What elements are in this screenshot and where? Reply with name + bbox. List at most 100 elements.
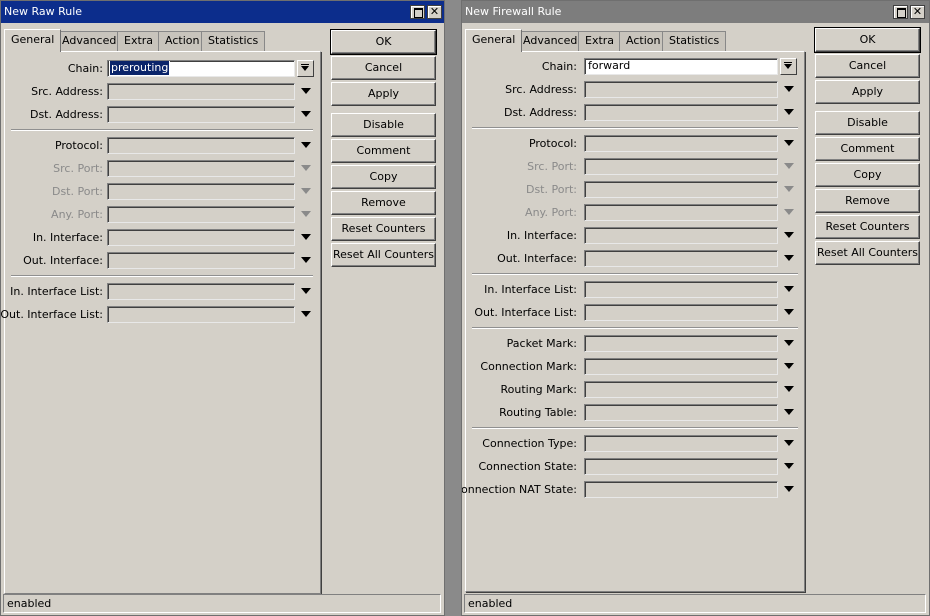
dropdown-arrow-icon[interactable] — [784, 255, 794, 261]
chain-input[interactable]: prerouting — [107, 60, 295, 77]
dropdown-arrow-icon[interactable] — [301, 311, 311, 317]
dst-port-input — [584, 181, 778, 198]
dropdown-arrow-icon[interactable] — [301, 88, 311, 94]
dropdown-arrow-icon[interactable] — [301, 142, 311, 148]
protocol-input[interactable] — [107, 137, 295, 154]
src-port-row: Src. Port: — [466, 158, 804, 175]
connection-mark-input[interactable] — [584, 358, 778, 375]
dropdown-arrow-icon[interactable] — [784, 409, 794, 415]
tab-action[interactable]: Action — [158, 31, 207, 51]
dst-address-row: Dst. Address: — [5, 106, 320, 123]
dropdown-arrow-icon[interactable] — [301, 257, 311, 263]
dropdown-arrow-icon[interactable] — [297, 60, 314, 77]
firewall-rule-titlebar[interactable]: New Firewall Rule ✕ — [462, 1, 929, 23]
ok-button[interactable]: OK — [330, 29, 437, 55]
protocol-input[interactable] — [584, 135, 778, 152]
in-interface-row: In. Interface: — [466, 227, 804, 244]
chain-label: Chain: — [541, 60, 577, 73]
comment-button[interactable]: Comment — [815, 137, 920, 161]
reset-all-counters-button[interactable]: Reset All Counters — [331, 243, 436, 267]
remove-button[interactable]: Remove — [815, 189, 920, 213]
connection-type-input[interactable] — [584, 435, 778, 452]
maximize-icon[interactable] — [410, 5, 425, 19]
src-port-input — [107, 160, 295, 177]
dropdown-arrow-icon[interactable] — [784, 286, 794, 292]
dropdown-arrow-icon[interactable] — [784, 440, 794, 446]
out-interface-input[interactable] — [584, 250, 778, 267]
status-bar: enabled — [464, 594, 926, 613]
dropdown-arrow-icon[interactable] — [784, 486, 794, 492]
in-interface-list-input[interactable] — [107, 283, 295, 300]
dropdown-arrow-icon[interactable] — [301, 234, 311, 240]
dropdown-arrow-icon[interactable] — [784, 463, 794, 469]
dropdown-arrow-icon[interactable] — [784, 232, 794, 238]
out-interface-list-input[interactable] — [107, 306, 295, 323]
disable-button[interactable]: Disable — [815, 111, 920, 135]
dropdown-arrow-icon[interactable] — [784, 86, 794, 92]
src-address-label: Src. Address: — [505, 83, 577, 96]
dropdown-arrow-icon[interactable] — [301, 111, 311, 117]
in-interface-list-label: In. Interface List: — [10, 285, 103, 298]
src-address-input[interactable] — [107, 83, 295, 100]
dropdown-arrow-icon[interactable] — [780, 58, 797, 75]
raw-rule-title: New Raw Rule — [4, 5, 83, 18]
chain-label: Chain: — [67, 62, 103, 75]
routing-mark-label: Routing Mark: — [500, 383, 577, 396]
tab-advanced[interactable]: Advanced — [516, 31, 585, 51]
routing-table-input[interactable] — [584, 404, 778, 421]
dropdown-arrow-icon[interactable] — [784, 386, 794, 392]
dropdown-arrow-icon[interactable] — [301, 288, 311, 294]
tab-statistics[interactable]: Statistics — [201, 31, 266, 51]
dst-address-input[interactable] — [584, 104, 778, 121]
dropdown-arrow-icon[interactable] — [784, 109, 794, 115]
copy-button[interactable]: Copy — [815, 163, 920, 187]
src-address-row: Src. Address: — [466, 81, 804, 98]
dropdown-arrow-icon — [301, 211, 311, 217]
connection-type-row: Connection Type: — [466, 435, 804, 452]
out-interface-list-input[interactable] — [584, 304, 778, 321]
ok-button[interactable]: OK — [814, 27, 921, 53]
close-icon[interactable]: ✕ — [427, 5, 442, 19]
tab-advanced[interactable]: Advanced — [55, 31, 124, 51]
chain-input[interactable]: forward — [584, 58, 778, 75]
remove-button[interactable]: Remove — [331, 191, 436, 215]
raw-rule-titlebar[interactable]: New Raw Rule ✕ — [1, 1, 444, 23]
disable-button[interactable]: Disable — [331, 113, 436, 137]
maximize-icon[interactable] — [893, 5, 908, 19]
src-address-input[interactable] — [584, 81, 778, 98]
cancel-button[interactable]: Cancel — [815, 54, 920, 78]
tab-action[interactable]: Action — [619, 31, 668, 51]
protocol-row: Protocol: — [466, 135, 804, 152]
dst-address-input[interactable] — [107, 106, 295, 123]
comment-button[interactable]: Comment — [331, 139, 436, 163]
close-icon[interactable]: ✕ — [910, 5, 925, 19]
src-port-label: Src. Port: — [527, 160, 577, 173]
routing-mark-input[interactable] — [584, 381, 778, 398]
in-interface-label: In. Interface: — [506, 229, 577, 242]
dropdown-arrow-icon[interactable] — [784, 140, 794, 146]
copy-button[interactable]: Copy — [331, 165, 436, 189]
in-interface-input[interactable] — [584, 227, 778, 244]
dropdown-arrow-icon — [301, 165, 311, 171]
dropdown-arrow-icon[interactable] — [784, 309, 794, 315]
cancel-button[interactable]: Cancel — [331, 56, 436, 80]
tab-extra[interactable]: Extra — [578, 31, 622, 51]
reset-all-counters-button[interactable]: Reset All Counters — [815, 241, 920, 265]
dst-address-row: Dst. Address: — [466, 104, 804, 121]
tab-statistics[interactable]: Statistics — [662, 31, 727, 51]
tab-general[interactable]: General — [4, 29, 62, 52]
reset-counters-button[interactable]: Reset Counters — [331, 217, 436, 241]
connection-state-input[interactable] — [584, 458, 778, 475]
out-interface-input[interactable] — [107, 252, 295, 269]
tab-general[interactable]: General — [465, 29, 523, 52]
in-interface-list-input[interactable] — [584, 281, 778, 298]
apply-button[interactable]: Apply — [331, 82, 436, 106]
connection-nat-state-input[interactable] — [584, 481, 778, 498]
apply-button[interactable]: Apply — [815, 80, 920, 104]
in-interface-input[interactable] — [107, 229, 295, 246]
reset-counters-button[interactable]: Reset Counters — [815, 215, 920, 239]
packet-mark-input[interactable] — [584, 335, 778, 352]
tab-extra[interactable]: Extra — [117, 31, 161, 51]
dropdown-arrow-icon[interactable] — [784, 340, 794, 346]
dropdown-arrow-icon[interactable] — [784, 363, 794, 369]
